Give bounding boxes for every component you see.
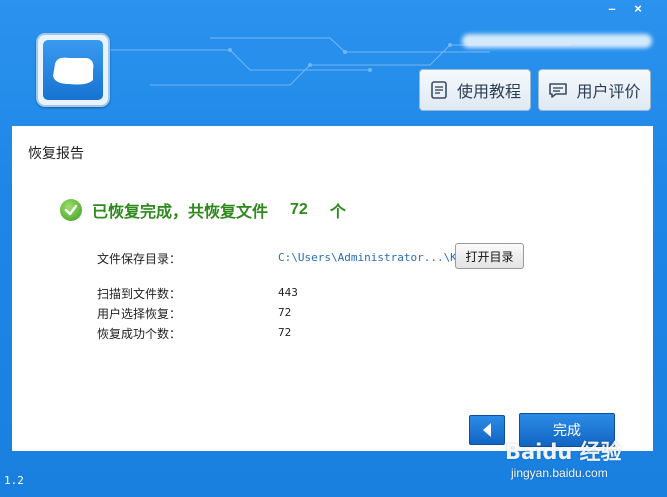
- back-button[interactable]: [469, 415, 505, 445]
- close-button[interactable]: ×: [628, 2, 648, 18]
- scanned-files-label: 扫描到文件数：: [97, 287, 182, 301]
- checkmark-icon: [60, 199, 82, 221]
- success-message: 已恢复完成，共恢复文件: [92, 204, 269, 221]
- user-selected-label: 用户选择恢复：: [97, 307, 182, 321]
- baidu-watermark: Baidu 经验 jingyan.baidu.com: [505, 436, 665, 494]
- minimize-button[interactable]: –: [602, 2, 622, 18]
- user-review-button[interactable]: 用户评价: [538, 69, 651, 111]
- count-unit: 个: [329, 204, 346, 221]
- comment-icon: [549, 83, 568, 98]
- watermark-url: jingyan.baidu.com: [511, 466, 608, 480]
- document-icon: [431, 81, 447, 99]
- scanned-files-value: 443: [278, 286, 298, 299]
- recovered-count: 72: [290, 201, 308, 218]
- logo-image: [43, 40, 103, 100]
- arrow-left-icon: [483, 423, 491, 437]
- recovered-success-value: 72: [278, 326, 292, 339]
- open-directory-button[interactable]: 打开目录: [455, 243, 524, 269]
- version-label: 1.2: [4, 474, 24, 487]
- save-dir-label: 文件保存目录：: [97, 252, 182, 266]
- tutorial-button-label: 使用教程: [456, 84, 521, 101]
- recovered-success-label: 恢复成功个数：: [97, 327, 182, 341]
- baidu-logo-text: Baidu 经验: [505, 440, 622, 464]
- user-review-button-label: 用户评价: [576, 84, 641, 101]
- user-selected-value: 72: [278, 306, 292, 319]
- section-title: 恢复报告: [28, 145, 84, 161]
- app-logo: [36, 33, 110, 107]
- success-message-row: 已恢复完成，共恢复文件 72 个: [60, 198, 346, 222]
- window-title-blurred: [462, 34, 652, 48]
- save-dir-path: C:\Users\Administrator...\KDR: [278, 251, 471, 264]
- app-window: – × 使用教程 用户评价 恢复报告 已恢复完成，共恢复文件 72 个 文件保存…: [0, 0, 667, 497]
- tutorial-button[interactable]: 使用教程: [419, 69, 531, 111]
